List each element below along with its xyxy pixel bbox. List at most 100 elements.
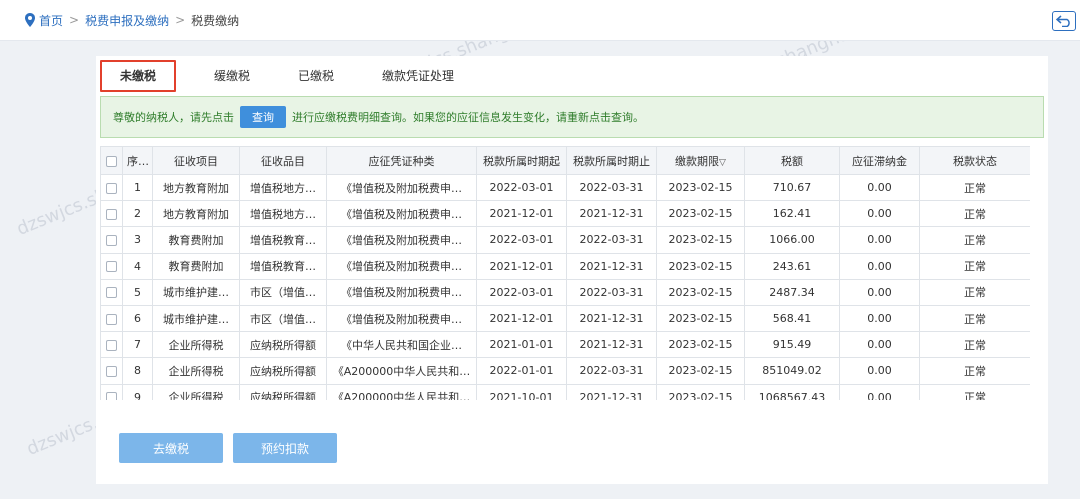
table-cell: 2021-10-01 — [476, 383, 567, 400]
table-cell: 《A200000中华人民共和… — [326, 383, 477, 400]
table-row[interactable]: 6 城市维护建… 市区（增值… 《增值税及附加税费申… 2021-12-01 2021-1… — [100, 304, 1030, 333]
select-all-checkbox[interactable] — [106, 155, 117, 167]
table-cell: 915.49 — [744, 331, 840, 359]
notice-suffix: 进行应缴税费明细查询。如果您的应征信息发生变化，请重新点击查询。 — [292, 111, 644, 124]
table-cell: 《A200000中华人民共和… — [326, 357, 477, 385]
table-cell: 地方教育附加 — [152, 173, 240, 202]
row-select-cell[interactable] — [100, 331, 123, 359]
row-checkbox[interactable] — [106, 339, 117, 351]
table-row[interactable]: 7 企业所得税 应纳税所得额 《中华人民共和国企业… 2021-01-01 2021-12… — [100, 331, 1030, 359]
table-cell: 0.00 — [839, 331, 920, 359]
column-header: 税款状态 — [919, 146, 1030, 175]
notice-bar: 尊敬的纳税人，请先点击 查询 进行应缴税费明细查询。如果您的应征信息发生变化，请… — [100, 96, 1044, 138]
row-checkbox[interactable] — [106, 313, 117, 325]
table-row[interactable]: 3 教育费附加 增值税教育… 《增值税及附加税费申… 2022-03-01 2022-03… — [100, 226, 1030, 254]
table-cell: 2021-12-01 — [476, 252, 567, 280]
table-cell: 4 — [122, 252, 153, 280]
table-header-row: 序号 征收项目 征收品目 应征凭证种类 税款所属时期起 税款所属时期止 缴款期限… — [100, 146, 1030, 175]
table-cell: 《增值税及附加税费申… — [326, 173, 477, 202]
table-cell: 0.00 — [839, 226, 920, 254]
tab-deferred[interactable]: 缓缴税 — [204, 61, 260, 91]
column-header-sortable[interactable]: 缴款期限▽ — [656, 146, 745, 175]
column-header: 税款所属时期止 — [566, 146, 657, 175]
notice-prefix: 尊敬的纳税人，请先点击 — [113, 111, 234, 124]
table-cell: 2023-02-15 — [656, 331, 745, 359]
tab-payment-voucher[interactable]: 缴款凭证处理 — [372, 61, 464, 91]
row-select-cell[interactable] — [100, 200, 123, 228]
table-row[interactable]: 5 城市维护建… 市区（增值… 《增值税及附加税费申… 2022-03-01 2022-0… — [100, 278, 1030, 306]
table-cell: 应纳税所得额 — [239, 383, 327, 400]
table-cell: 2021-12-31 — [566, 383, 657, 400]
table-row[interactable]: 2 地方教育附加 增值税地方… 《增值税及附加税费申… 2021-12-01 2021-1… — [100, 200, 1030, 228]
table-cell: 2021-12-31 — [566, 200, 657, 228]
row-checkbox[interactable] — [106, 182, 117, 194]
table-cell: 2023-02-15 — [656, 200, 745, 228]
row-checkbox[interactable] — [106, 261, 117, 273]
table-row[interactable]: 1 地方教育附加 增值税地方… 《增值税及附加税费申… 2022-03-01 2022-0… — [100, 173, 1030, 202]
table-cell: 《增值税及附加税费申… — [326, 304, 477, 333]
table-cell: 2022-03-01 — [476, 173, 567, 202]
table-cell: 2022-03-31 — [566, 278, 657, 306]
table-cell: 正常 — [919, 383, 1030, 400]
table-cell: 2023-02-15 — [656, 252, 745, 280]
table-cell: 2021-12-31 — [566, 331, 657, 359]
table-row[interactable]: 9 企业所得税 应纳税所得额 《A200000中华人民共和… 2021-10-01 202… — [100, 383, 1030, 400]
column-header: 税款所属时期起 — [476, 146, 567, 175]
column-header-label: 缴款期限 — [675, 154, 720, 168]
table-cell: 243.61 — [744, 252, 840, 280]
select-all-cell[interactable] — [100, 146, 123, 175]
table-cell: 《增值税及附加税费申… — [326, 252, 477, 280]
row-select-cell[interactable] — [100, 226, 123, 254]
table-cell: 162.41 — [744, 200, 840, 228]
row-select-cell[interactable] — [100, 252, 123, 280]
table-cell: 1068567.43 — [744, 383, 840, 400]
table-row[interactable]: 8 企业所得税 应纳税所得额 《A200000中华人民共和… 2022-01-01 202… — [100, 357, 1030, 385]
return-icon — [1056, 15, 1070, 27]
table-cell: 《增值税及附加税费申… — [326, 226, 477, 254]
row-select-cell[interactable] — [100, 304, 123, 333]
table-cell: 2021-12-31 — [566, 252, 657, 280]
table-cell: 教育费附加 — [152, 226, 240, 254]
table-cell: 2022-03-01 — [476, 278, 567, 306]
breadcrumb-section-link[interactable]: 税费申报及缴纳 — [85, 12, 169, 29]
tab-paid[interactable]: 已缴税 — [288, 61, 344, 91]
row-checkbox[interactable] — [106, 392, 117, 400]
row-checkbox[interactable] — [106, 208, 117, 220]
row-select-cell[interactable] — [100, 383, 123, 400]
row-select-cell[interactable] — [100, 278, 123, 306]
table-cell: 5 — [122, 278, 153, 306]
table-cell: 0.00 — [839, 357, 920, 385]
back-button[interactable] — [1052, 11, 1076, 31]
row-select-cell[interactable] — [100, 357, 123, 385]
sort-down-icon[interactable]: ▽ — [719, 158, 726, 168]
table-cell: 市区（增值… — [239, 278, 327, 306]
main-panel: 未缴税 缓缴税 已缴税 缴款凭证处理 尊敬的纳税人，请先点击 查询 进行应缴税费… — [96, 56, 1048, 484]
table-cell: 正常 — [919, 357, 1030, 385]
action-buttons: 去缴税 预约扣款 — [119, 433, 337, 463]
pay-tax-button[interactable]: 去缴税 — [119, 433, 223, 463]
table-cell: 7 — [122, 331, 153, 359]
breadcrumb-current: 税费缴纳 — [191, 13, 240, 28]
query-button[interactable]: 查询 — [240, 106, 286, 128]
table-cell: 企业所得税 — [152, 357, 240, 385]
table-cell: 2021-12-01 — [476, 200, 567, 228]
row-checkbox[interactable] — [106, 234, 117, 246]
breadcrumb-home-link[interactable]: 首页 — [39, 12, 63, 29]
table-cell: 2021-01-01 — [476, 331, 567, 359]
table-cell: 568.41 — [744, 304, 840, 333]
table-cell: 2 — [122, 200, 153, 228]
tab-unpaid[interactable]: 未缴税 — [100, 60, 177, 92]
table-cell: 9 — [122, 383, 153, 400]
row-checkbox[interactable] — [106, 365, 117, 377]
table-row[interactable]: 4 教育费附加 增值税教育… 《增值税及附加税费申… 2021-12-01 2021-12… — [100, 252, 1030, 280]
table-cell: 正常 — [919, 304, 1030, 333]
row-checkbox[interactable] — [106, 287, 117, 299]
table-cell: 应纳税所得额 — [239, 357, 327, 385]
tax-table-container[interactable]: 序号 征收项目 征收品目 应征凭证种类 税款所属时期起 税款所属时期止 缴款期限… — [100, 146, 1030, 400]
schedule-deduction-button[interactable]: 预约扣款 — [233, 433, 337, 463]
row-select-cell[interactable] — [100, 173, 123, 202]
breadcrumb-separator: > — [69, 13, 80, 27]
column-header: 税额 — [744, 146, 840, 175]
table-cell: 2023-02-15 — [656, 383, 745, 400]
table-cell: 地方教育附加 — [152, 200, 240, 228]
